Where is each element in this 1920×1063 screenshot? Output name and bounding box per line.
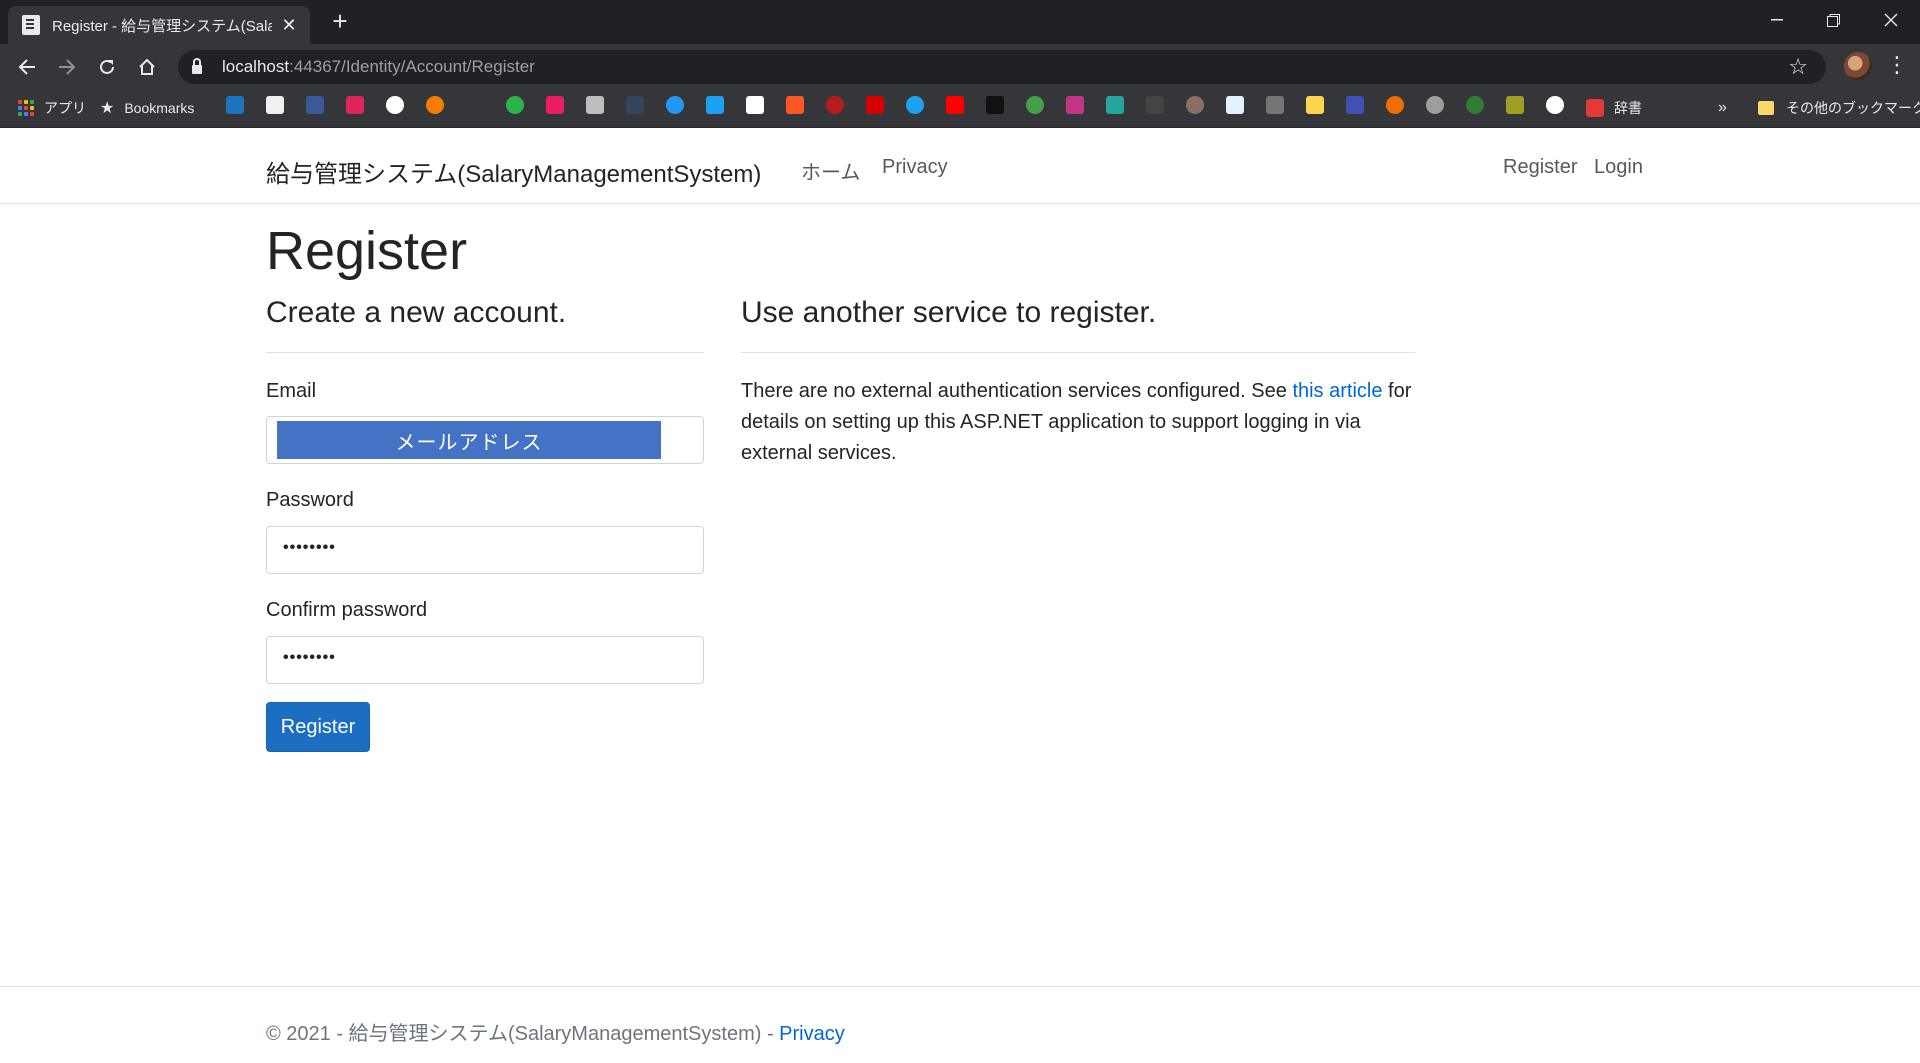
folder-icon xyxy=(1758,101,1774,115)
footer-text: © 2021 - 給与管理システム(SalaryManagementSystem… xyxy=(266,1017,845,1046)
lock-icon xyxy=(192,57,202,74)
article-link[interactable]: this article xyxy=(1292,380,1382,402)
footer-privacy-link[interactable]: Privacy xyxy=(779,1023,845,1045)
close-icon[interactable]: ✕ xyxy=(278,14,300,36)
bookmark-wikipedia-icon[interactable] xyxy=(746,96,764,114)
minimize-icon[interactable] xyxy=(1748,0,1806,40)
brand-link[interactable]: 給与管理システム(SalaryManagementSystem) xyxy=(266,154,761,189)
password-value: •••••••• xyxy=(283,539,336,556)
bookmark-navy-icon[interactable] xyxy=(1346,96,1364,114)
bookmark-star-icon[interactable]: ☆ xyxy=(1788,54,1808,80)
bookmark-twitter-icon[interactable] xyxy=(906,96,924,114)
browser-tab-active[interactable]: Register - 給与管理システム(Salary ✕ xyxy=(8,6,310,44)
email-value-highlight: メールアドレス xyxy=(277,421,661,459)
bookmark-overflow-button[interactable]: » xyxy=(1718,96,1727,120)
bookmark-grid-icon[interactable] xyxy=(1506,96,1524,114)
email-field[interactable]: メールアドレス xyxy=(266,416,704,464)
register-button[interactable]: Register xyxy=(266,702,370,752)
reload-icon[interactable] xyxy=(92,52,122,82)
apps-grid-icon xyxy=(18,100,34,116)
restore-icon[interactable] xyxy=(1806,0,1860,40)
password-label: Password xyxy=(266,489,354,511)
bookmark-other-folder[interactable]: その他のブックマーク xyxy=(1758,96,1920,120)
bookmark-instagram-icon[interactable] xyxy=(1066,96,1084,114)
address-bar[interactable]: localhost:44367/Identity/Account/Registe… xyxy=(178,50,1826,84)
bookmark-dictionary-label: 辞書 xyxy=(1614,100,1642,116)
external-text-before: There are no external authentication ser… xyxy=(741,380,1293,402)
bookmark-t-icon[interactable] xyxy=(706,96,724,114)
tab-title: Register - 給与管理システム(Salary xyxy=(52,17,272,35)
bookmark-music-icon[interactable] xyxy=(1306,96,1324,114)
bookmark-dictionary[interactable]: 辞書 xyxy=(1586,96,1642,120)
profile-avatar[interactable] xyxy=(1844,52,1872,80)
menu-kebab-icon[interactable]: ⋮ xyxy=(1886,52,1908,78)
confirm-password-field[interactable]: •••••••• xyxy=(266,636,704,684)
bookmarks-bar: アプリ ★ Bookmarks 辞書 » その他のブックマーク xyxy=(0,88,1920,128)
bookmark-github-icon[interactable] xyxy=(1546,96,1564,114)
bookmark-evernote-icon[interactable] xyxy=(1466,96,1484,114)
bookmark-black-icon[interactable] xyxy=(986,96,1004,114)
bookmark-bookmarks-label: Bookmarks xyxy=(124,100,195,116)
password-field[interactable]: •••••••• xyxy=(266,526,704,574)
bookmark-google-icon[interactable] xyxy=(386,96,404,114)
bookmark-apps-label: アプリ xyxy=(44,100,86,116)
register-form-heading: Create a new account. xyxy=(266,296,567,329)
bookmark-messenger-icon[interactable] xyxy=(666,96,684,114)
bookmark-tumblr-icon[interactable] xyxy=(626,96,644,114)
external-divider xyxy=(741,352,1415,353)
bookmark-a-icon[interactable] xyxy=(226,96,244,114)
dictionary-icon xyxy=(1586,99,1604,117)
bookmark-mq-icon[interactable] xyxy=(1146,96,1164,114)
bookmark-apps[interactable]: アプリ xyxy=(18,96,86,120)
star-icon: ★ xyxy=(100,100,115,117)
bookmark-w-icon[interactable] xyxy=(786,96,804,114)
confirm-password-label: Confirm password xyxy=(266,599,428,621)
bookmark-folder-bookmarks[interactable]: ★ Bookmarks xyxy=(100,96,194,120)
bookmark-doc-icon[interactable] xyxy=(586,96,604,114)
bookmark-facebook-icon[interactable] xyxy=(306,96,324,114)
bookmark-youtube-icon[interactable] xyxy=(946,96,964,114)
bookmark-g-orange-icon[interactable] xyxy=(426,96,444,114)
bookmark-brown-icon[interactable] xyxy=(1186,96,1204,114)
nav-register-link[interactable]: Register xyxy=(1503,156,1577,179)
bookmark-gray-icon[interactable] xyxy=(1266,96,1284,114)
browser-toolbar: localhost:44367/Identity/Account/Registe… xyxy=(0,44,1920,88)
bookmark-orange-icon[interactable] xyxy=(1386,96,1404,114)
close-window-icon[interactable] xyxy=(1862,0,1920,40)
back-icon[interactable] xyxy=(12,52,42,82)
bookmark-p-icon[interactable] xyxy=(546,96,564,114)
bookmark-f-icon[interactable] xyxy=(346,96,364,114)
home-icon[interactable] xyxy=(132,52,162,82)
email-label: Email xyxy=(266,380,317,402)
url-path: :44367/Identity/Account/Register xyxy=(289,57,535,76)
page-title: Register xyxy=(266,221,468,281)
new-tab-icon[interactable]: + xyxy=(326,8,354,36)
external-login-message: There are no external authentication ser… xyxy=(741,376,1421,469)
nav-login-link[interactable]: Login xyxy=(1594,156,1643,179)
bookmark-bluebox-icon[interactable] xyxy=(1226,96,1244,114)
browser-tab-strip: Register - 給与管理システム(Salary ✕ + xyxy=(0,0,1920,44)
url-host: localhost xyxy=(222,57,290,76)
bookmark-other-label: その他のブックマーク xyxy=(1786,100,1920,116)
bookmark-spider-icon[interactable] xyxy=(826,96,844,114)
footer-copyright: © 2021 - 給与管理システム(SalaryManagementSystem… xyxy=(266,1023,780,1045)
bookmark-teal-icon[interactable] xyxy=(1106,96,1124,114)
bookmark-search-icon[interactable] xyxy=(1426,96,1444,114)
nav-home-link[interactable]: ホーム xyxy=(801,156,860,185)
forward-icon[interactable] xyxy=(52,52,82,82)
form-divider xyxy=(266,352,704,353)
confirm-password-value: •••••••• xyxy=(283,649,336,666)
bookmark-leaf-icon[interactable] xyxy=(1026,96,1044,114)
site-footer: © 2021 - 給与管理システム(SalaryManagementSystem… xyxy=(0,986,1920,1063)
nav-privacy-link[interactable]: Privacy xyxy=(882,156,948,179)
page-icon xyxy=(22,15,40,35)
site-navbar: 給与管理システム(SalaryManagementSystem) ホーム Pri… xyxy=(0,128,1920,204)
bookmark-green-circle-icon[interactable] xyxy=(506,96,524,114)
external-login-heading: Use another service to register. xyxy=(741,296,1157,329)
bookmark-amazon-icon[interactable] xyxy=(266,96,284,114)
bookmark-yahoo-icon[interactable] xyxy=(866,96,884,114)
